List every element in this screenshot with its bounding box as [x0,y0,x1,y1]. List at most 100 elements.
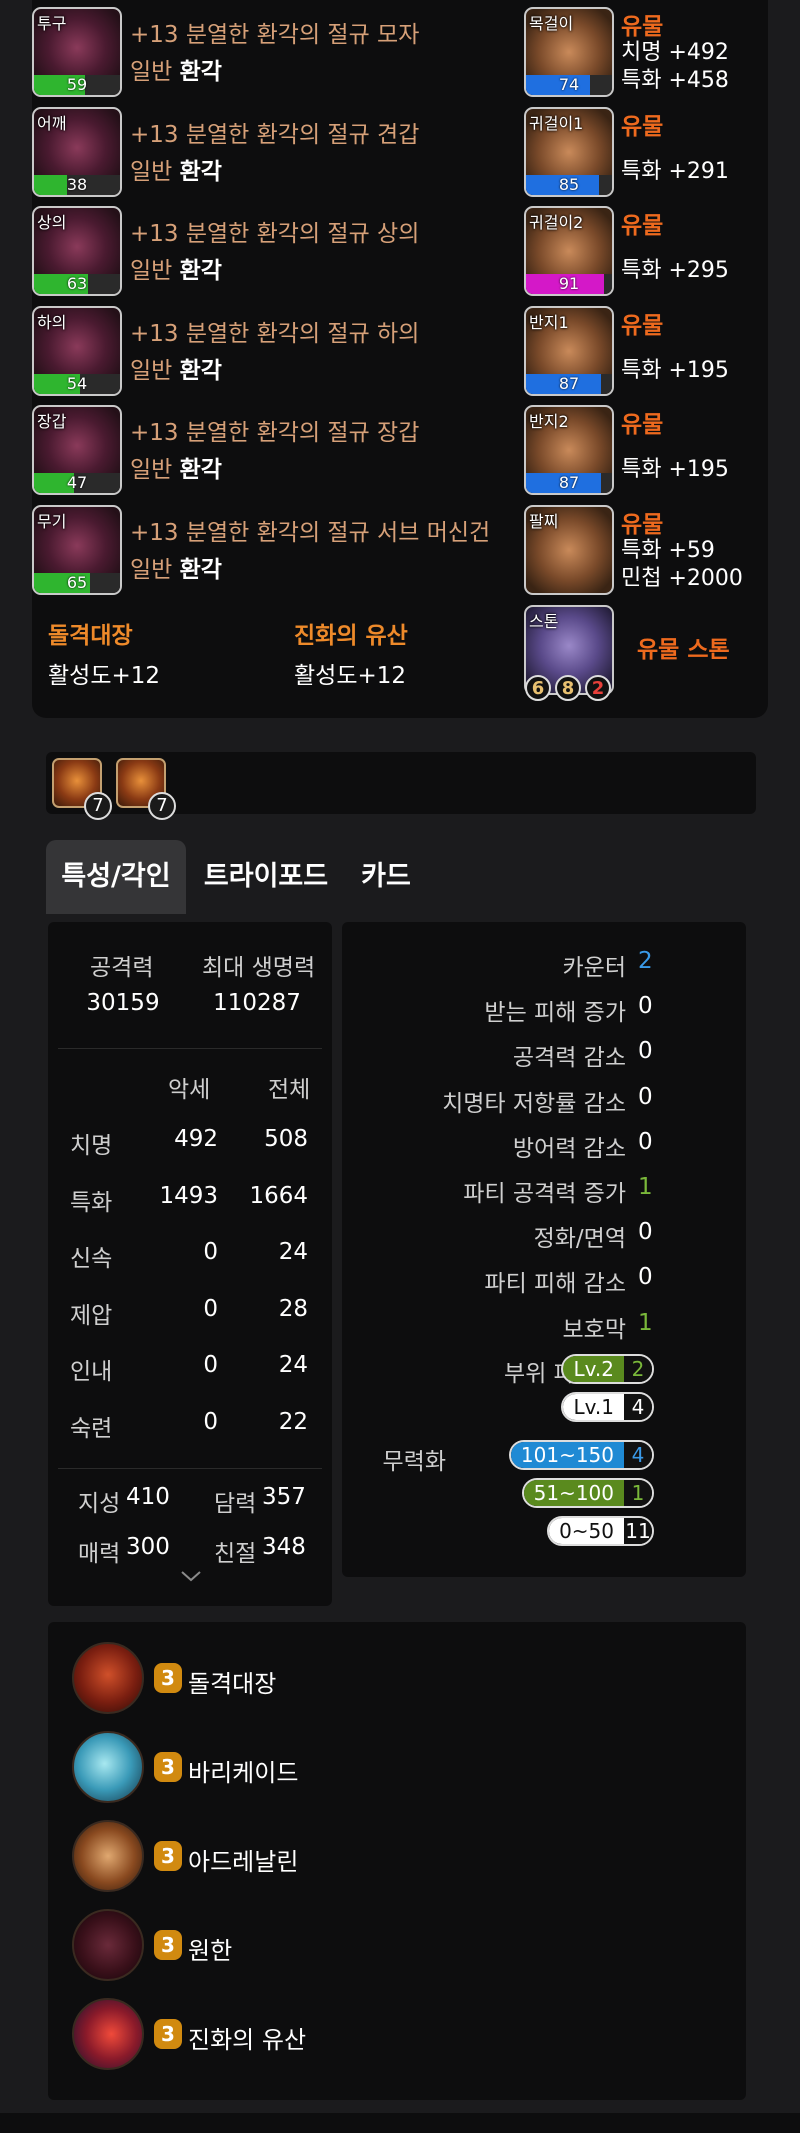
engraving-level-badge: 3 [154,1663,182,1693]
accessory-stat: 특화 +458 [621,68,729,93]
tendency-value: 300 [126,1534,170,1560]
quality-bar: 91 [526,274,612,294]
gem-level-badge: 7 [84,792,112,820]
quality-value: 38 [66,174,88,194]
quality-bar: 87 [526,373,612,394]
quality-bar: 47 [34,473,120,493]
engraving-level-badge: 3 [154,1752,182,1782]
item-name[interactable]: +13 분열한 환각의 절규 견갑 [130,115,419,149]
accessory-slot-icon[interactable]: 반지1 87 [524,305,614,396]
item-name[interactable]: +13 분열한 환각의 절규 하의 [130,314,419,348]
stat-name: 제압 [70,1302,113,1329]
stagger-label: 무력화 [382,1449,446,1475]
armor-slot-icon[interactable]: 장갑 47 [32,405,122,495]
item-grade-line: 일반 환각 [130,251,222,285]
tendency-value: 357 [262,1484,306,1510]
item-grade: 일반 [130,258,173,284]
item-grade: 일반 [130,457,173,483]
accessory-grade: 유물 [621,412,664,438]
pill-range: Lv.1 [563,1394,624,1420]
quality-bar: 65 [34,572,120,593]
evolution-legacy-icon[interactable] [72,1998,144,2070]
stat-name: 신속 [70,1246,113,1272]
divider [58,1468,322,1469]
slot-tag: 투구 [37,14,67,33]
effect-value: 0 [638,1038,653,1065]
quality-bar: 74 [526,75,612,95]
tendency-label: 담력 [214,1491,257,1517]
quality-bar-fill [526,75,590,95]
armor-slot-icon[interactable]: 상의 63 [32,206,122,296]
quality-bar: 87 [526,473,612,493]
item-name[interactable]: +13 분열한 환각의 절규 상의 [130,214,419,248]
armor-slot-icon[interactable]: 투구 59 [32,7,122,97]
engraving-name[interactable]: 아드레날린 [188,1842,298,1877]
item-name[interactable]: +13 분열한 환각의 절규 모자 [130,15,419,49]
gem-row: 7 7 [46,752,756,820]
gem-slot[interactable]: 7 [116,758,176,820]
engraving-name[interactable]: 돌격대장 [188,1664,276,1699]
adrenaline-icon[interactable] [72,1820,144,1892]
armor-slot-icon[interactable]: 어깨 38 [32,106,122,197]
accessory-slot-icon[interactable]: 목걸이 74 [524,7,614,97]
stat-accessory-value: 0 [203,1352,218,1378]
effect-value: 2 [638,948,653,974]
stat-accessory-value: 0 [203,1408,218,1435]
effect-label: 방어력 감소 [512,1135,626,1162]
count-pill: Lv.1 4 [561,1392,654,1422]
engraving-name[interactable]: 바리케이드 [188,1753,298,1788]
item-grade-line: 일반 환각 [130,152,222,186]
item-set-name: 환각 [179,258,222,284]
quality-bar: 59 [34,75,120,95]
item-grade-line: 일반 환각 [130,52,222,86]
tab-tripod[interactable]: 트라이포드 [196,840,336,914]
accessory-slot-icon[interactable]: 팔찌 [524,504,614,595]
tab-card[interactable]: 카드 [346,840,426,914]
stat-name: 치명 [70,1133,113,1159]
item-name[interactable]: +13 분열한 환각의 절규 서브 머신건 [130,513,490,547]
stone-engraving-level: 6 [525,675,551,701]
tendency-value: 348 [262,1534,306,1560]
engraving-name[interactable]: 원한 [188,1931,232,1966]
barricade-icon[interactable] [72,1731,144,1803]
grudge-icon[interactable] [72,1909,144,1981]
set-effect-value: 활성도+12 [294,663,407,689]
tab-engraving[interactable]: 특성/각인 [46,840,186,914]
item-name[interactable]: +13 분열한 환각의 절규 장갑 [130,413,419,447]
stat-accessory-value: 0 [203,1295,218,1322]
item-grade-line: 일반 환각 [130,351,222,385]
effect-label: 치명타 저항률 감소 [442,1090,626,1117]
item-set-name: 환각 [179,59,222,85]
slot-tag: 상의 [37,213,67,232]
quality-value: 85 [558,174,580,194]
slot-tag: 하의 [37,312,67,332]
item-set-name: 환각 [179,457,222,483]
quality-bar: 63 [34,274,120,294]
engraving-name[interactable]: 진화의 유산 [188,2020,306,2055]
quality-bar: 38 [34,174,120,195]
pill-range: 51~100 [523,1480,624,1506]
pill-count: 11 [624,1518,652,1544]
stat-total-value: 24 [278,1352,308,1378]
chevron-down-icon[interactable] [180,1568,202,1587]
charge-captain-icon[interactable] [72,1642,144,1714]
armor-slot-icon[interactable]: 무기 65 [32,504,122,595]
armor-slot-icon[interactable]: 하의 54 [32,305,122,396]
gem-slot[interactable]: 7 [52,758,112,820]
accessory-slot-icon[interactable]: 반지2 87 [524,405,614,495]
engraving-level-badge: 3 [154,2019,182,2049]
pill-count: 1 [624,1480,652,1506]
accessory-slot-icon[interactable]: 귀걸이2 91 [524,206,614,296]
accessory-slot-icon[interactable]: 귀걸이1 85 [524,106,614,197]
stat-accessory-value: 0 [203,1239,218,1265]
stat-accessory-value: 1493 [159,1182,218,1209]
pill-range: Lv.2 [563,1356,624,1382]
accessory-grade: 유물 [621,113,664,140]
slot-tag: 목걸이 [529,14,574,33]
gem-level-badge: 7 [148,792,176,820]
tendency-label: 지성 [78,1491,121,1517]
effect-label: 보호막 [562,1316,626,1343]
tendency-value: 410 [126,1484,170,1510]
item-grade-line: 일반 환각 [130,450,222,484]
tendency-label: 매력 [78,1541,121,1567]
